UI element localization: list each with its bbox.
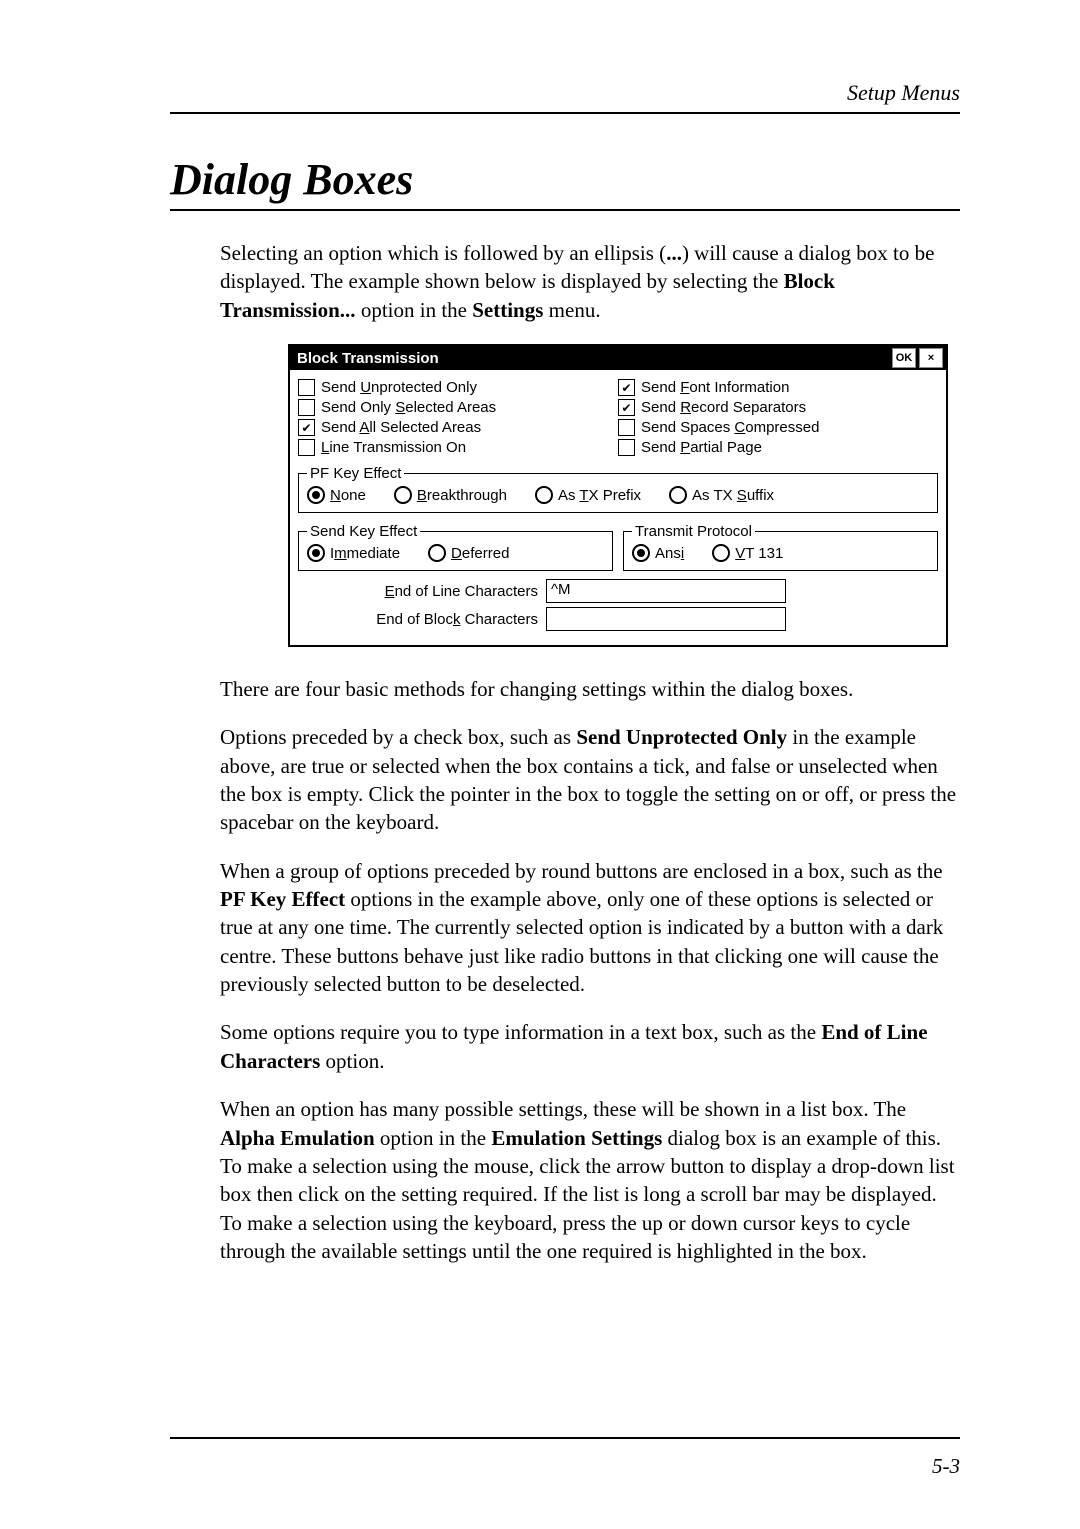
close-button[interactable]: ×	[919, 348, 943, 368]
radio-icon	[307, 486, 325, 504]
eob-row: End of Block Characters	[298, 607, 938, 631]
eob-label: End of Block Characters	[298, 611, 546, 628]
check-send-record-sep[interactable]: Send Record Separators	[618, 399, 938, 416]
paragraph-methods: There are four basic methods for changin…	[220, 675, 960, 703]
eol-row: End of Line Characters ^M	[298, 579, 938, 603]
radio-icon	[712, 544, 730, 562]
checkbox-icon	[298, 399, 315, 416]
radio-icon	[632, 544, 650, 562]
eob-input[interactable]	[546, 607, 786, 631]
radio-none[interactable]: None	[307, 486, 366, 504]
radio-vt131[interactable]: VT 131	[712, 544, 783, 562]
checkbox-icon	[618, 379, 635, 396]
check-send-only-selected[interactable]: Send Only Selected Areas	[298, 399, 618, 416]
eol-input[interactable]: ^M	[546, 579, 786, 603]
checkbox-icon	[298, 379, 315, 396]
dialog-titlebar: Block Transmission OK ×	[290, 346, 946, 370]
transmit-protocol-legend: Transmit Protocol	[632, 523, 755, 540]
radio-as-tx-prefix[interactable]: As TX Prefix	[535, 486, 641, 504]
paragraph-checkbox: Options preceded by a check box, such as…	[220, 723, 960, 836]
check-line-transmission[interactable]: Line Transmission On	[298, 439, 618, 456]
radio-icon	[394, 486, 412, 504]
section-header: Setup Menus	[170, 80, 960, 114]
send-key-effect-legend: Send Key Effect	[307, 523, 420, 540]
paragraph-textbox: Some options require you to type informa…	[220, 1018, 960, 1075]
radio-breakthrough[interactable]: Breakthrough	[394, 486, 507, 504]
transmit-protocol-group: Transmit Protocol Ansi VT 131	[623, 523, 938, 571]
radio-immediate[interactable]: Immediate	[307, 544, 400, 562]
paragraph-radio: When a group of options preceded by roun…	[220, 857, 960, 999]
page-title: Dialog Boxes	[170, 154, 960, 205]
radio-icon	[535, 486, 553, 504]
ok-button[interactable]: OK	[892, 348, 916, 368]
dialog-title: Block Transmission	[293, 350, 889, 367]
check-send-all-selected[interactable]: Send All Selected Areas	[298, 419, 618, 436]
send-key-effect-group: Send Key Effect Immediate Deferred	[298, 523, 613, 571]
checkbox-icon	[618, 439, 635, 456]
checks-right-col: Send Font Information Send Record Separa…	[618, 376, 938, 459]
pf-key-effect-legend: PF Key Effect	[307, 465, 404, 482]
footer-rule	[170, 1437, 960, 1439]
check-send-font-info[interactable]: Send Font Information	[618, 379, 938, 396]
check-send-unprotected[interactable]: Send Unprotected Only	[298, 379, 618, 396]
pf-key-effect-group: PF Key Effect None Breakthrough As TX Pr…	[298, 465, 938, 513]
check-send-partial-page[interactable]: Send Partial Page	[618, 439, 938, 456]
radio-icon	[428, 544, 446, 562]
radio-as-tx-suffix[interactable]: As TX Suffix	[669, 486, 774, 504]
checks-left-col: Send Unprotected Only Send Only Selected…	[298, 376, 618, 459]
radio-deferred[interactable]: Deferred	[428, 544, 509, 562]
check-send-spaces-compressed[interactable]: Send Spaces Compressed	[618, 419, 938, 436]
radio-ansi[interactable]: Ansi	[632, 544, 684, 562]
checkbox-icon	[618, 419, 635, 436]
title-rule	[170, 209, 960, 211]
radio-icon	[307, 544, 325, 562]
page-number: 5-3	[932, 1454, 960, 1479]
checkbox-icon	[298, 419, 315, 436]
radio-icon	[669, 486, 687, 504]
paragraph-listbox: When an option has many possible setting…	[220, 1095, 960, 1265]
intro-paragraph: Selecting an option which is followed by…	[220, 239, 960, 324]
checkbox-icon	[618, 399, 635, 416]
checkbox-icon	[298, 439, 315, 456]
eol-label: End of Line Characters	[298, 583, 546, 600]
dialog-figure: Block Transmission OK × Send Unprotected…	[288, 344, 948, 647]
